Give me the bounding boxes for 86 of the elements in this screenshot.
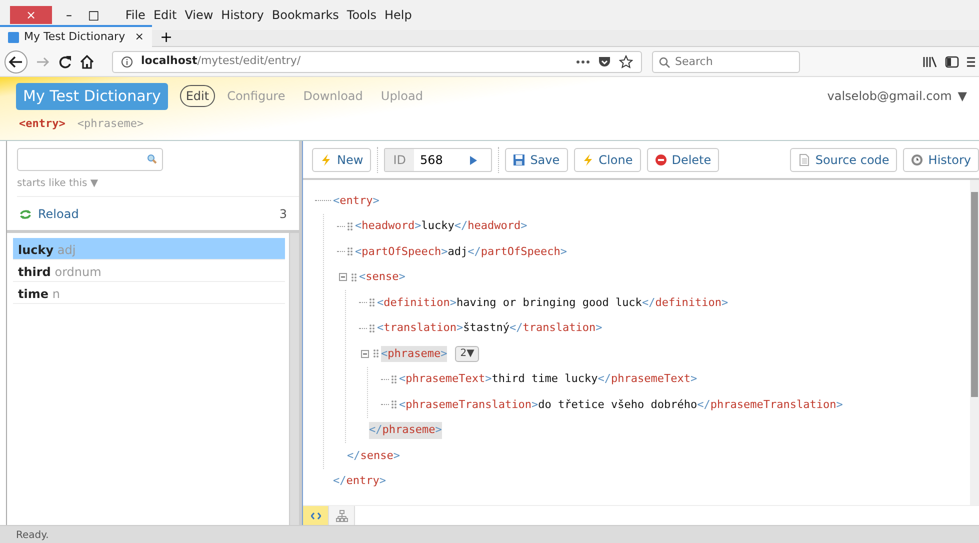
- home-icon[interactable]: [80, 54, 94, 68]
- maximize-button[interactable]: □: [82, 6, 106, 24]
- nav-link[interactable]: Edit: [180, 85, 216, 108]
- history-button[interactable]: History: [903, 148, 979, 172]
- pocket-icon[interactable]: [598, 56, 611, 68]
- collapse-icon[interactable]: [339, 273, 347, 282]
- reload-icon[interactable]: [58, 54, 72, 68]
- menu-item[interactable]: History: [219, 6, 266, 24]
- status-text: Ready.: [0, 525, 979, 543]
- scrollbar[interactable]: [289, 233, 299, 525]
- browser-tab[interactable]: My Test Dictionary ×: [0, 25, 152, 47]
- new-tab-button[interactable]: +: [152, 28, 181, 46]
- collapse-icon[interactable]: [361, 350, 369, 358]
- delete-icon: [654, 154, 667, 166]
- scrollbar-thumb[interactable]: [971, 192, 978, 397]
- count-dropdown[interactable]: 2▼: [455, 346, 480, 362]
- library-icon[interactable]: [923, 56, 937, 68]
- code-view-button[interactable]: [303, 506, 329, 526]
- source-code-button[interactable]: Source code: [790, 148, 898, 172]
- entry-count: 3: [279, 206, 287, 223]
- caret-icon[interactable]: ▼: [958, 87, 967, 106]
- tab-close-button[interactable]: ×: [134, 28, 144, 46]
- tab-title: My Test Dictionary: [24, 28, 126, 45]
- close-button[interactable]: ×: [10, 6, 52, 24]
- id-label: ID: [385, 149, 414, 171]
- reload-link[interactable]: Reload: [19, 205, 79, 223]
- delete-button[interactable]: Delete: [646, 148, 720, 172]
- minimize-button[interactable]: –: [60, 6, 78, 24]
- xml-tag[interactable]: </phraseme>: [369, 422, 442, 438]
- hierarchy-icon: [336, 510, 348, 522]
- doctype-tab[interactable]: <entry>: [16, 116, 68, 132]
- drag-handle-icon[interactable]: [347, 222, 353, 231]
- url-text: localhost/mytest/edit/entry/: [141, 53, 302, 70]
- new-button[interactable]: New: [312, 148, 372, 172]
- entry-item[interactable]: lucky adj: [13, 238, 285, 260]
- id-field[interactable]: ID 568: [384, 148, 492, 172]
- xml-element[interactable]: <definition>having or bringing good luck</definition>: [377, 294, 728, 311]
- search-icon: [147, 154, 157, 164]
- scrollbar[interactable]: [970, 180, 979, 505]
- sidebar-icon[interactable]: [945, 56, 959, 68]
- lightning-icon: [582, 154, 594, 166]
- menu-item[interactable]: Bookmarks: [270, 6, 341, 24]
- tree-view-button[interactable]: [329, 506, 355, 526]
- clone-button[interactable]: Clone: [574, 148, 641, 172]
- menu-icon[interactable]: [967, 56, 975, 68]
- back-icon[interactable]: [4, 50, 28, 74]
- favicon-icon: [8, 32, 19, 42]
- forward-icon[interactable]: [36, 54, 50, 68]
- user-email[interactable]: valselob@gmail.com: [827, 87, 952, 106]
- xml-tag[interactable]: <entry>: [333, 192, 380, 209]
- drag-handle-icon[interactable]: [347, 247, 353, 256]
- search-field[interactable]: Search: [652, 50, 800, 72]
- drag-handle-icon[interactable]: [391, 400, 397, 410]
- star-icon[interactable]: [619, 54, 633, 68]
- xml-tag[interactable]: <phraseme>: [381, 346, 448, 362]
- drag-handle-icon[interactable]: [369, 324, 375, 333]
- lightning-icon: [320, 154, 332, 166]
- xml-element[interactable]: <phrasemeTranslation>do třetice všeho dobrého</phrasemeTranslation>: [399, 396, 843, 413]
- entry-item[interactable]: time n: [13, 282, 285, 304]
- save-button[interactable]: Save: [505, 148, 568, 172]
- menu-item[interactable]: File: [123, 6, 148, 24]
- address-bar[interactable]: localhost/mytest/edit/entry/: [112, 50, 642, 72]
- entry-item[interactable]: third ordnum: [13, 260, 285, 282]
- drag-handle-icon[interactable]: [351, 272, 357, 282]
- xml-element[interactable]: <translation>štastný</translation>: [377, 320, 602, 336]
- xml-tag[interactable]: <sense>: [359, 269, 406, 286]
- drag-handle-icon[interactable]: [391, 374, 397, 384]
- menu-item[interactable]: Tools: [344, 6, 378, 24]
- clock-icon: [911, 154, 924, 166]
- search-icon: [659, 56, 670, 68]
- xml-tag[interactable]: </entry>: [333, 473, 386, 490]
- menu-item[interactable]: Edit: [151, 6, 179, 24]
- menu-item[interactable]: Help: [382, 6, 414, 24]
- drag-handle-icon[interactable]: [373, 349, 379, 358]
- document-icon: [798, 154, 810, 166]
- code-icon: [310, 512, 320, 520]
- menu-item[interactable]: View: [182, 6, 216, 24]
- xml-element[interactable]: <phrasemeText>third time lucky</phrasemeText>: [399, 371, 698, 388]
- info-icon: [121, 56, 133, 68]
- xml-element[interactable]: <partOfSpeech>adj</partOfSpeech>: [355, 244, 567, 260]
- search-field[interactable]: [17, 148, 163, 171]
- drag-handle-icon[interactable]: [369, 298, 375, 308]
- more-icon[interactable]: [576, 60, 590, 64]
- xml-tag[interactable]: </sense>: [347, 448, 400, 464]
- reload-icon: [19, 208, 32, 220]
- xml-element[interactable]: <headword>lucky</headword>: [355, 218, 528, 234]
